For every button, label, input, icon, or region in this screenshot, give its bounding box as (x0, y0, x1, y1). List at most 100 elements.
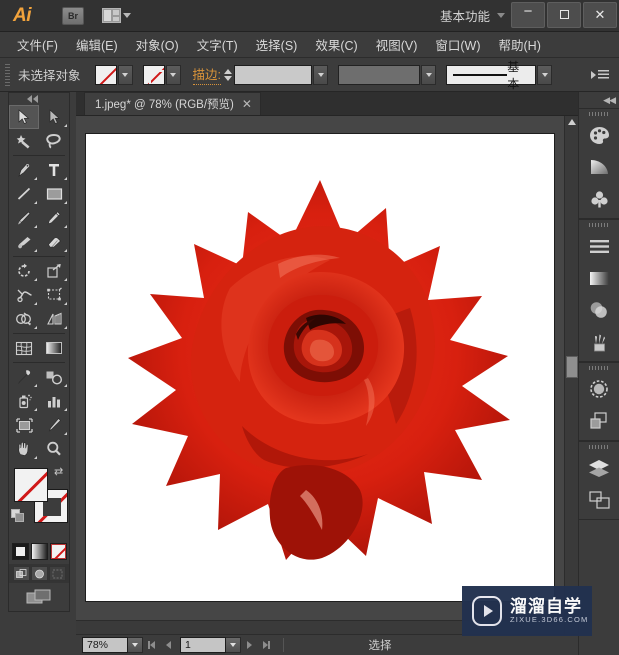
artboard-number-input[interactable]: 1 (180, 637, 226, 653)
rotate-tool[interactable] (9, 259, 39, 283)
rectangle-tool[interactable] (39, 182, 69, 206)
previous-artboard-button[interactable] (160, 637, 177, 653)
panel-artboards-icon[interactable] (579, 484, 619, 516)
eyedropper-tool[interactable] (9, 365, 39, 389)
shape-builder-tool[interactable] (9, 307, 39, 331)
dock-collapse-button[interactable]: ◀◀ (579, 92, 619, 108)
menu-object[interactable]: 对象(O) (127, 32, 188, 57)
panel-color-guide-icon[interactable] (579, 151, 619, 183)
next-artboard-button[interactable] (241, 637, 258, 653)
free-transform-tool[interactable] (39, 283, 69, 307)
close-button[interactable]: ✕ (583, 1, 617, 28)
pencil-tool[interactable] (39, 206, 69, 230)
menu-help[interactable]: 帮助(H) (490, 32, 550, 57)
panel-gradient-icon[interactable] (579, 262, 619, 294)
dock-group-grip[interactable] (579, 442, 619, 452)
panel-graphic-styles-icon[interactable] (579, 405, 619, 437)
menu-view[interactable]: 视图(V) (367, 32, 427, 57)
blob-brush-tool[interactable] (9, 230, 39, 254)
menu-type[interactable]: 文字(T) (188, 32, 247, 57)
scale-tool[interactable] (39, 259, 69, 283)
arrange-documents-button[interactable] (102, 8, 131, 23)
stroke-weight-label[interactable]: 描边: (192, 64, 221, 85)
close-tab-icon[interactable]: ✕ (242, 98, 252, 110)
fill-dropdown-button[interactable] (117, 64, 133, 85)
minimize-button[interactable]: − (511, 1, 545, 28)
swap-fill-stroke-icon[interactable]: ⇄ (54, 467, 66, 479)
dock-group-grip[interactable] (579, 220, 619, 230)
vertical-scroll-thumb[interactable] (566, 356, 578, 378)
vertical-scrollbar[interactable] (564, 116, 578, 634)
color-mode-button[interactable] (11, 543, 29, 560)
stroke-weight-stepper[interactable] (224, 65, 234, 85)
bridge-button[interactable]: Br (62, 6, 84, 25)
panel-transparency-icon[interactable] (579, 294, 619, 326)
variable-width-input[interactable] (338, 64, 420, 85)
stroke-profile-dropdown-button[interactable] (537, 64, 552, 85)
variable-width-dropdown-button[interactable] (421, 64, 436, 85)
line-segment-tool[interactable] (9, 182, 39, 206)
paintbrush-tool[interactable] (9, 206, 39, 230)
artboard-tool[interactable] (9, 413, 39, 437)
stroke-profile-select[interactable]: 基本 (446, 60, 536, 91)
document-tab[interactable]: 1.jpeg* @ 78% (RGB/预览) ✕ (84, 92, 261, 115)
panel-brushes-icon[interactable] (579, 326, 619, 358)
workspace-switcher[interactable]: 基本功能 (440, 6, 511, 25)
draw-normal-button[interactable] (12, 566, 30, 581)
panel-layers-icon[interactable] (579, 452, 619, 484)
gradient-mode-button[interactable] (30, 543, 48, 560)
stroke-swatch-button[interactable] (142, 64, 165, 85)
canvas-viewport[interactable] (76, 116, 578, 634)
artboard-number-dropdown-button[interactable] (226, 637, 241, 653)
menu-select[interactable]: 选择(S) (247, 32, 307, 57)
menu-effect[interactable]: 效果(C) (306, 32, 366, 57)
width-tool[interactable] (9, 283, 39, 307)
lasso-tool[interactable] (39, 129, 69, 153)
hand-tool[interactable] (9, 437, 39, 461)
status-text[interactable]: 选择 (292, 637, 468, 653)
stroke-weight-input[interactable] (234, 64, 312, 85)
menu-window[interactable]: 窗口(W) (426, 32, 489, 57)
zoom-level-input[interactable]: 78% (82, 637, 128, 653)
magic-wand-tool[interactable] (9, 129, 39, 153)
tools-panel-grip[interactable] (9, 93, 69, 105)
panel-stroke-icon[interactable] (579, 230, 619, 262)
artboard[interactable] (85, 133, 555, 602)
last-artboard-button[interactable] (258, 637, 275, 653)
mesh-tool[interactable] (9, 336, 39, 360)
zoom-tool[interactable] (39, 437, 69, 461)
draw-inside-button[interactable] (48, 566, 66, 581)
symbol-sprayer-tool[interactable] (9, 389, 39, 413)
type-tool[interactable] (39, 158, 69, 182)
slice-tool[interactable] (39, 413, 69, 437)
zoom-level-dropdown-button[interactable] (128, 637, 143, 653)
eraser-tool[interactable] (39, 230, 69, 254)
menu-file[interactable]: 文件(F) (8, 32, 67, 57)
selection-tool[interactable] (9, 105, 39, 129)
panel-appearance-icon[interactable] (579, 373, 619, 405)
fill-color-swatch[interactable] (14, 468, 48, 502)
gradient-tool[interactable] (39, 336, 69, 360)
panel-symbols-icon[interactable] (579, 183, 619, 215)
dock-group-grip[interactable] (579, 109, 619, 119)
stroke-dropdown-button[interactable] (165, 64, 181, 85)
column-graph-tool[interactable] (39, 389, 69, 413)
draw-behind-button[interactable] (30, 566, 48, 581)
direct-selection-tool[interactable] (39, 105, 69, 129)
first-artboard-button[interactable] (143, 637, 160, 653)
control-bar-grip[interactable] (3, 62, 12, 87)
red-rose-artwork[interactable] (110, 168, 530, 568)
scroll-up-icon[interactable] (568, 119, 576, 125)
pen-tool[interactable] (9, 158, 39, 182)
panel-color-icon[interactable] (579, 119, 619, 151)
none-mode-button[interactable] (49, 543, 67, 560)
control-panel-menu-button[interactable] (591, 70, 609, 79)
screen-mode-button[interactable] (9, 589, 69, 606)
perspective-grid-tool[interactable] (39, 307, 69, 331)
stroke-weight-dropdown-button[interactable] (313, 64, 328, 85)
menu-edit[interactable]: 编辑(E) (67, 32, 127, 57)
blend-tool[interactable] (39, 365, 69, 389)
fill-swatch-button[interactable] (94, 64, 117, 85)
default-fill-stroke-icon[interactable] (11, 509, 25, 523)
maximize-button[interactable] (547, 1, 581, 28)
